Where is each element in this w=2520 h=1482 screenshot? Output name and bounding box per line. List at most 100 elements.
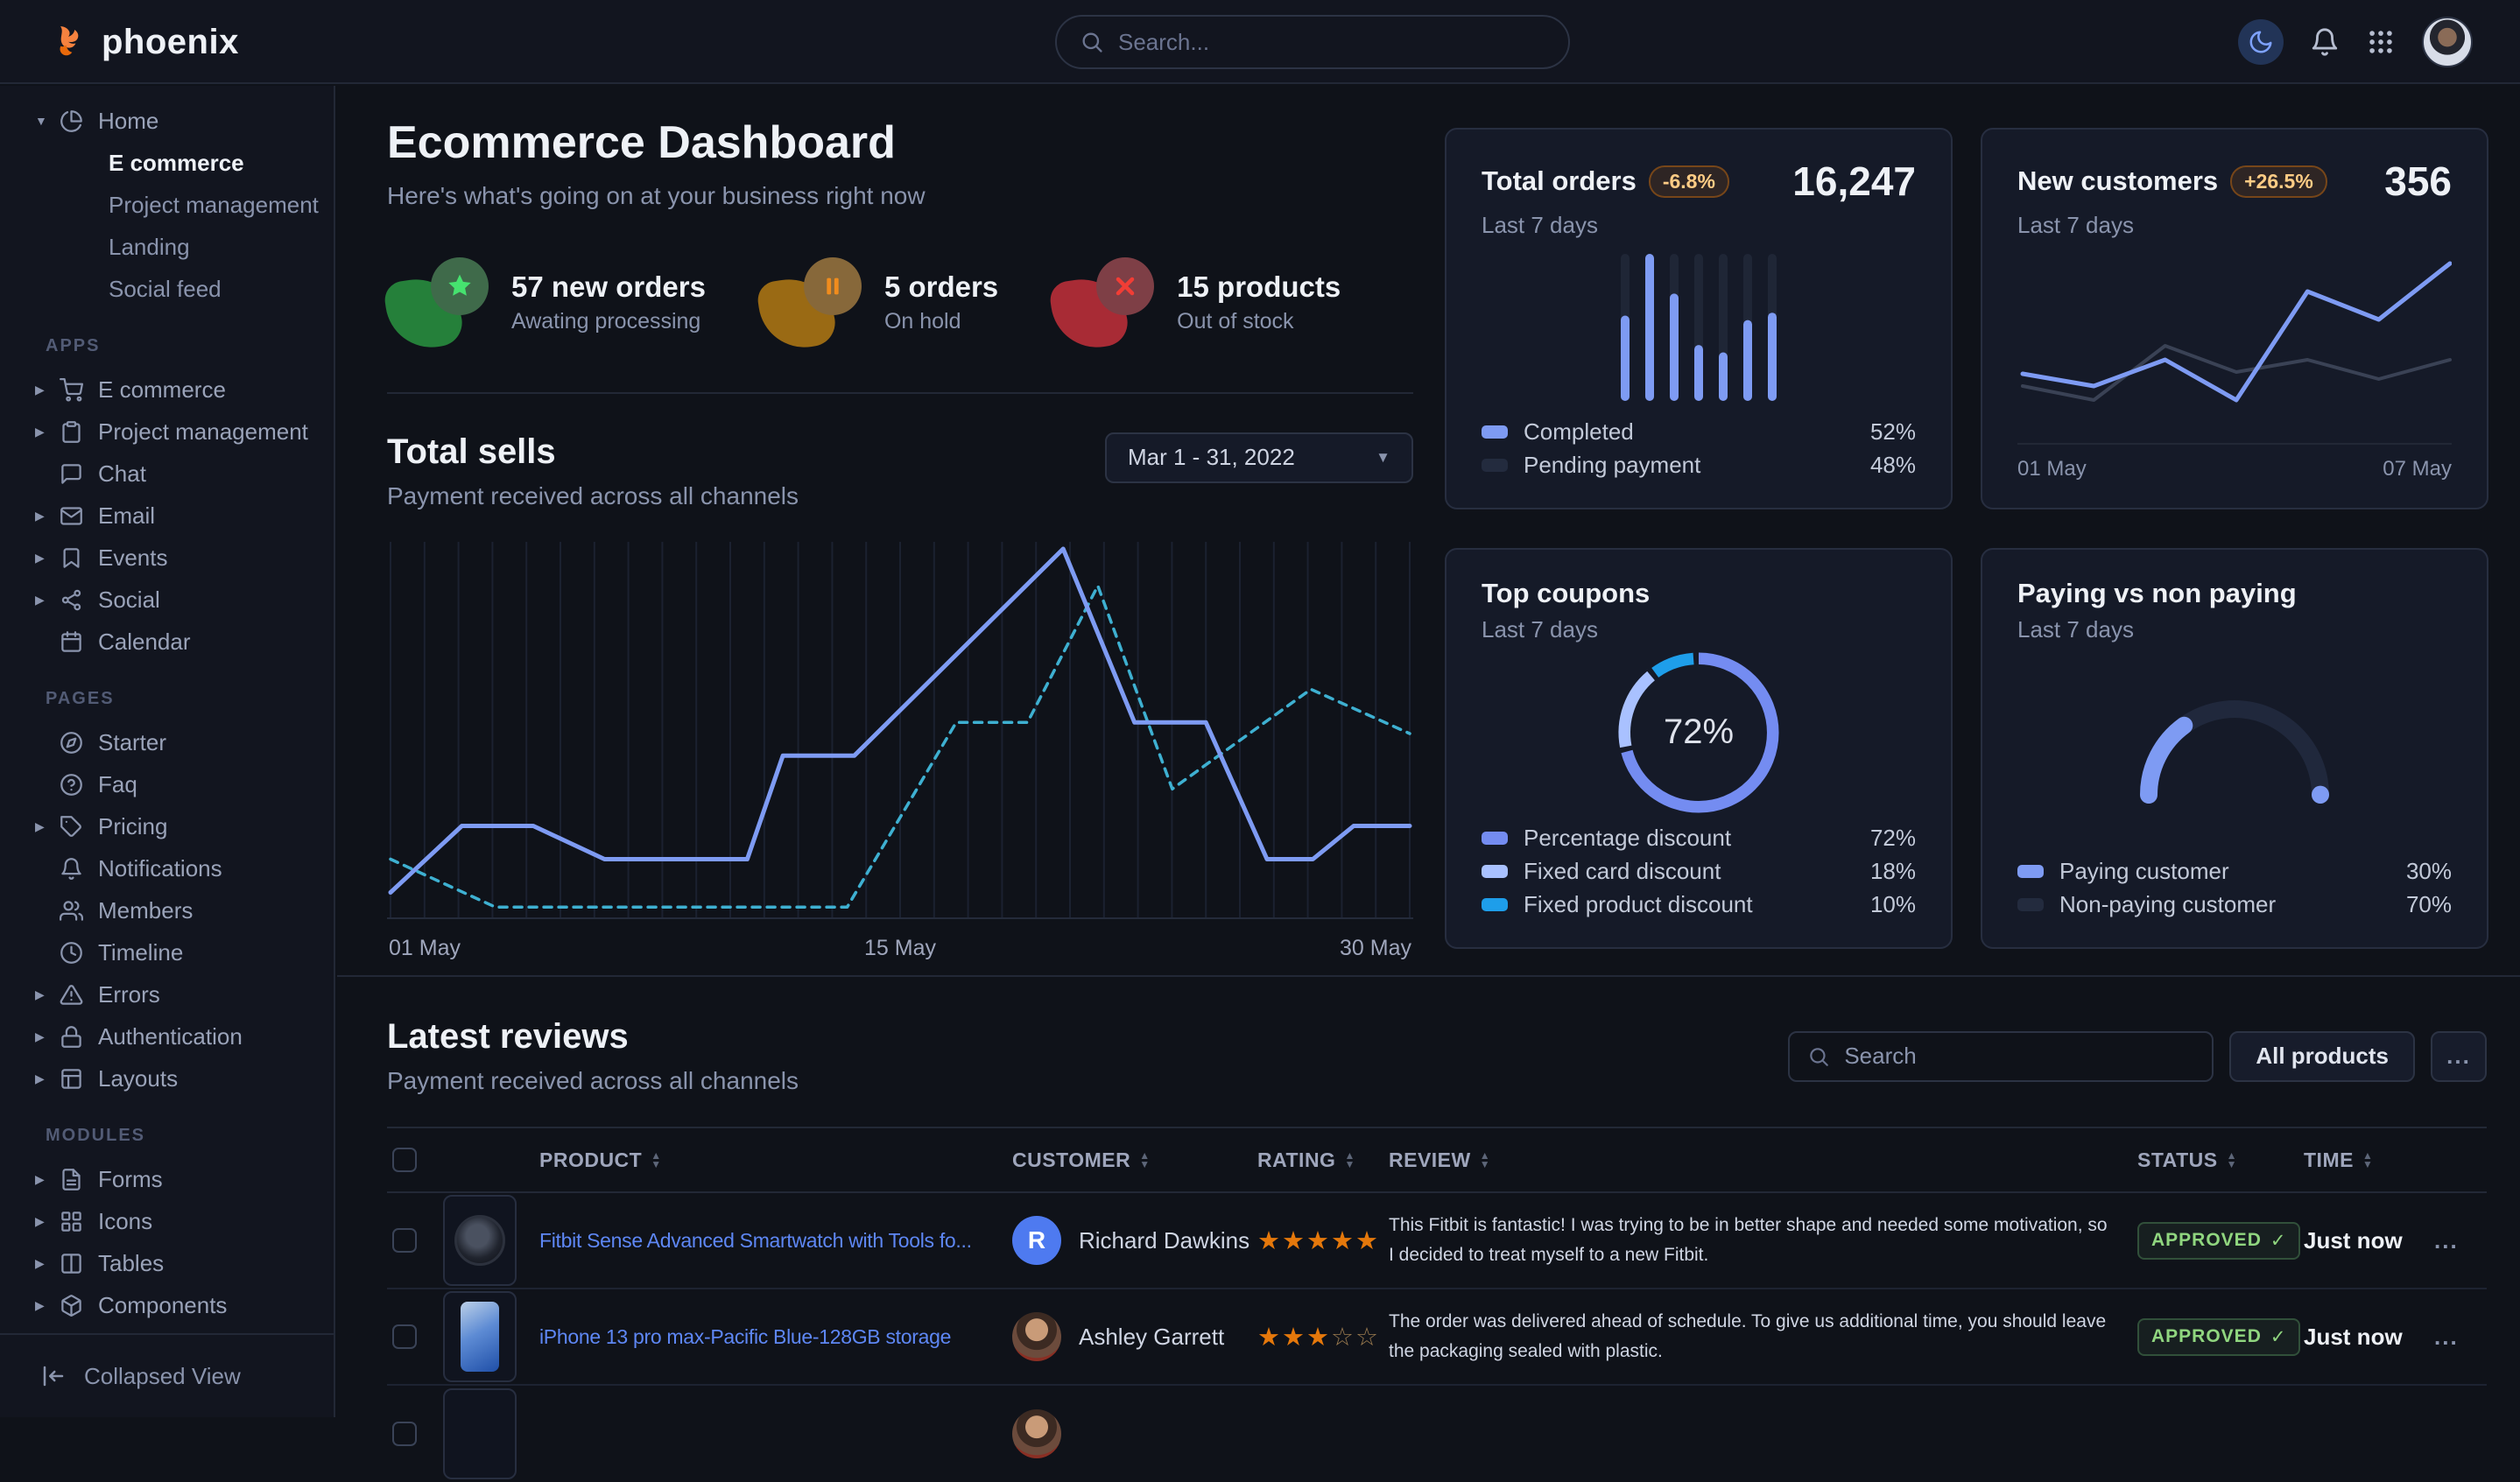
pause-blob-icon	[760, 257, 862, 348]
new-customers-line-chart	[2017, 240, 2452, 437]
row-checkbox[interactable]	[392, 1422, 417, 1446]
clipboard-icon	[60, 420, 98, 444]
divider	[337, 975, 2520, 977]
sidebar-item-starter[interactable]: Starter	[0, 721, 334, 763]
review-text: The order was delivered ahead of schedul…	[1389, 1307, 2137, 1366]
package-icon	[60, 1294, 98, 1317]
total-sells-x-axis: 01 May 15 May 30 May	[387, 936, 1413, 962]
sidebar-item-timeline[interactable]: Timeline	[0, 931, 334, 973]
sidebar-item-pricing[interactable]: ▶Pricing	[0, 805, 334, 847]
sidebar-item-forms[interactable]: ▶Forms	[0, 1158, 334, 1200]
apps-grid-button[interactable]	[2366, 27, 2396, 57]
legend-row-completed: Completed52%	[1482, 415, 1916, 448]
caret-right-icon: ▶	[35, 593, 60, 608]
sidebar-subitem-landing[interactable]: Landing	[0, 226, 334, 268]
main-content: Ecommerce Dashboard Here's what's going …	[337, 86, 2520, 1417]
sort-icon: ▲▼	[2362, 1151, 2373, 1169]
bookmark-icon	[60, 546, 98, 570]
product-thumbnail[interactable]	[443, 1291, 517, 1382]
sidebar-item-notifications[interactable]: Notifications	[0, 847, 334, 889]
column-header-customer[interactable]: CUSTOMER▲▼	[1012, 1148, 1257, 1172]
product-link[interactable]: iPhone 13 pro max-Pacific Blue-128GB sto…	[539, 1325, 1012, 1349]
compass-icon	[60, 731, 98, 755]
column-header-review[interactable]: REVIEW▲▼	[1389, 1148, 2137, 1172]
review-row: iPhone 13 pro max-Pacific Blue-128GB sto…	[387, 1289, 2487, 1386]
sidebar-item-events[interactable]: ▶Events	[0, 537, 334, 579]
sidebar-subitem-e-commerce[interactable]: E commerce	[0, 142, 334, 184]
sidebar-item-chat[interactable]: Chat	[0, 453, 334, 495]
file-icon	[60, 1168, 98, 1191]
row-checkbox[interactable]	[392, 1324, 417, 1349]
sidebar-item-authentication[interactable]: ▶Authentication	[0, 1015, 334, 1057]
brand[interactable]: phoenix	[47, 0, 239, 84]
card-period: Last 7 days	[2017, 616, 2452, 643]
phoenix-logo-icon	[47, 21, 89, 63]
column-header-product[interactable]: PRODUCT▲▼	[539, 1148, 1012, 1172]
reviews-search-input[interactable]	[1844, 1043, 2194, 1070]
legend-label: Paying customer	[2059, 858, 2229, 885]
theme-toggle-button[interactable]	[2238, 19, 2284, 65]
legend-value: 10%	[1870, 891, 1916, 918]
caret-right-icon: ▶	[35, 509, 60, 523]
date-range-select[interactable]: Mar 1 - 31, 2022 ▼	[1105, 432, 1413, 483]
notifications-button[interactable]	[2310, 27, 2340, 57]
legend-swatch	[1482, 459, 1508, 472]
row-checkbox[interactable]	[392, 1228, 417, 1253]
row-more-button[interactable]: ...	[2434, 1324, 2487, 1351]
paying-legend: Paying customer 30% Non-paying customer70%	[2017, 854, 2452, 921]
user-avatar[interactable]	[2422, 17, 2473, 67]
sidebar-item-project-management[interactable]: ▶Project management	[0, 411, 334, 453]
sidebar-subitem-project-management[interactable]: Project management	[0, 184, 334, 226]
sidebar-item-members[interactable]: Members	[0, 889, 334, 931]
sidebar-item-tables[interactable]: ▶Tables	[0, 1242, 334, 1284]
caret-right-icon: ▶	[35, 551, 60, 565]
legend-swatch	[1482, 865, 1508, 878]
select-all-checkbox[interactable]	[392, 1148, 417, 1172]
all-products-button[interactable]: All products	[2229, 1031, 2415, 1082]
total-orders-card: Total orders -6.8% 16,247 Last 7 days Co…	[1445, 128, 1953, 509]
sidebar-item-layouts[interactable]: ▶Layouts	[0, 1057, 334, 1099]
calendar-icon	[60, 630, 98, 654]
latest-reviews-section: Latest reviews Payment received across a…	[387, 1017, 2487, 1482]
reviews-more-button[interactable]: ...	[2431, 1031, 2487, 1082]
legend-value: 30%	[2406, 858, 2452, 885]
column-header-time[interactable]: TIME▲▼	[2304, 1148, 2434, 1172]
sidebar-subitem-social-feed[interactable]: Social feed	[0, 268, 334, 310]
product-thumbnail[interactable]	[443, 1195, 517, 1286]
sort-icon: ▲▼	[1480, 1151, 1490, 1169]
sort-icon: ▲▼	[1344, 1151, 1355, 1169]
caret-right-icon: ▶	[35, 1071, 60, 1086]
reviews-search[interactable]	[1788, 1031, 2214, 1082]
sidebar-item-faq[interactable]: Faq	[0, 763, 334, 805]
collapsed-view-toggle[interactable]: Collapsed View	[0, 1333, 334, 1417]
sidebar-item-errors[interactable]: ▶Errors	[0, 973, 334, 1015]
card-period: Last 7 days	[1482, 616, 1916, 643]
latest-reviews-subtitle: Payment received across all channels	[387, 1067, 799, 1095]
global-search-input[interactable]	[1118, 29, 1545, 56]
sidebar-item-icons[interactable]: ▶Icons	[0, 1200, 334, 1242]
stat-title: 5 orders	[884, 270, 998, 304]
paying-gauge-chart	[2129, 692, 2340, 807]
new-customers-badge: +26.5%	[2230, 165, 2327, 198]
sidebar-item-home[interactable]: ▼Home	[0, 100, 334, 142]
sort-icon: ▲▼	[651, 1151, 661, 1169]
global-search[interactable]	[1055, 15, 1570, 69]
column-header-rating[interactable]: RATING▲▼	[1257, 1148, 1389, 1172]
sidebar-item-label: Timeline	[98, 939, 183, 966]
sidebar-item-components[interactable]: ▶Components	[0, 1284, 334, 1326]
row-more-button[interactable]: ...	[2434, 1227, 2487, 1254]
sidebar-item-email[interactable]: ▶Email	[0, 495, 334, 537]
bell-icon	[2310, 27, 2340, 57]
column-header-status[interactable]: STATUS▲▼	[2137, 1148, 2304, 1172]
sort-icon: ▲▼	[1139, 1151, 1150, 1169]
product-link[interactable]: Fitbit Sense Advanced Smartwatch with To…	[539, 1229, 1012, 1253]
sidebar-item-e-commerce[interactable]: ▶E commerce	[0, 369, 334, 411]
new-customers-card: New customers +26.5% 356 Last 7 days 01 …	[1981, 128, 2488, 509]
sidebar-item-calendar[interactable]: Calendar	[0, 621, 334, 663]
legend-row-non-paying-customer: Non-paying customer70%	[2017, 888, 2452, 921]
sidebar-item-label: Members	[98, 897, 193, 924]
product-thumbnail[interactable]	[443, 1388, 517, 1479]
navbar-actions	[2238, 0, 2473, 84]
paying-vs-nonpaying-card: Paying vs non paying Last 7 days Paying …	[1981, 548, 2488, 949]
sidebar-item-social[interactable]: ▶Social	[0, 579, 334, 621]
